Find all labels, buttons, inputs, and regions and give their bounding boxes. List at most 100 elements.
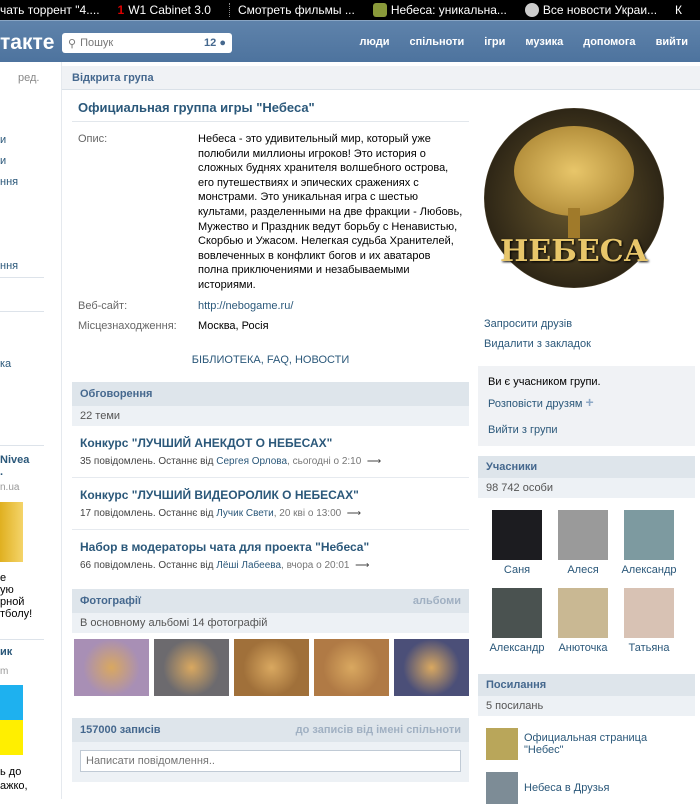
link-thumbnail[interactable] [486,772,518,804]
member-avatar[interactable] [624,510,674,560]
top-nav: люди спільноти ігри музика допомога вийт… [359,36,688,48]
link-item[interactable]: Официальная страница "Небес" [478,722,695,766]
sidebar-item[interactable]: и [0,134,6,146]
tree-icon [372,3,387,17]
member-avatar[interactable] [624,588,674,638]
sidebar-item[interactable]: и [0,155,6,167]
community-posts-link[interactable]: до записів від імені спільноти [296,724,461,736]
invite-friends-link[interactable]: Запросити друзів [478,314,695,334]
nav-help[interactable]: допомога [583,36,635,48]
members-count: 98 742 особи [478,478,695,498]
wiki-links[interactable]: БІБЛИОТЕКА, FAQ, НОВОСТИ [72,336,469,380]
remove-bookmark-link[interactable]: Видалити з закладок [478,334,695,354]
group-info: Опис: Небеса - это удивительный мир, кото… [72,122,469,380]
discussions-count: 22 теми [72,405,469,426]
topic-item[interactable]: Конкурс "ЛУЧШИЙ АНЕКДОТ О НЕБЕСАХ" 35 пов… [72,426,469,478]
membership-box: Ви є учасником групи. Розповісти друзям … [478,366,695,446]
member-avatar[interactable] [558,510,608,560]
user-icon: ● [219,37,226,49]
discussions-header[interactable]: Обговорення [72,381,469,406]
info-row: Веб-сайт: http://nebogame.ru/ [78,299,294,314]
search-icon: ⚲ [68,37,77,50]
photos-section: Фотографії альбоми В основному альбомі 14… [72,588,469,696]
browser-tab[interactable]: 1 W1 Cabinet 3.0 [118,3,221,17]
search-input[interactable]: ⚲ Пошук 12 ● [62,33,232,53]
member-item[interactable]: Анюточка [550,588,616,666]
member-avatar[interactable] [558,588,608,638]
description: Небеса - это удивительный мир, который у… [198,133,463,291]
member-name[interactable]: Саня [484,564,550,576]
photo-thumbnail[interactable] [394,638,469,696]
member-name[interactable]: Анюточка [550,642,616,654]
albums-link[interactable]: альбоми [413,595,461,607]
nav-logout[interactable]: вийти [656,36,688,48]
photos-subtitle: В основному альбомі 14 фотографій [72,612,469,633]
nav-music[interactable]: музика [525,36,563,48]
arrow-right-icon: ⟶ [366,455,382,467]
topic-item[interactable]: Набор в модераторы чата для проекта "Неб… [72,530,469,581]
site-header: такте ⚲ Пошук 12 ● люди спільноти ігри муз… [0,20,700,62]
members-header[interactable]: Учасники [478,456,695,478]
member-avatar[interactable] [492,510,542,560]
wall-section: 157000 записів до записів від імені спіль… [72,717,469,782]
browser-tab[interactable]: Смотреть фильмы ... [228,3,365,17]
links-count: 5 посилань [478,696,695,716]
link-label[interactable]: Официальная страница "Небес" [524,732,687,756]
browser-tab[interactable]: Все новости Украи... [524,3,667,17]
browser-tab[interactable]: чать торрент "4.... [0,3,110,17]
member-item[interactable]: Саня [484,510,550,588]
link-item[interactable]: Небеса в Друзья [478,766,695,810]
sidebar-item[interactable]: ка [0,358,11,370]
main-column: Официальная группа игры "Небеса" Опис: Не… [72,90,469,782]
sidebar-item[interactable]: ння [0,176,18,188]
arrow-right-icon: ⟶ [355,559,370,571]
topic-item[interactable]: Конкурс "ЛУЧШИЙ ВИДЕОРОЛИК О НЕБЕСАХ" 17 … [72,478,469,530]
sidebar-item[interactable]: ння [0,260,18,272]
member-item[interactable]: Александр [484,588,550,666]
info-row: Опис: Небеса - это удивительный мир, кото… [78,133,463,291]
photo-thumbnail[interactable] [154,638,229,696]
ad-title-cont: . [0,466,4,478]
leave-group-link[interactable]: Вийти з групи [488,424,685,436]
post-input[interactable] [80,749,461,772]
website-link[interactable]: http://nebogame.ru/ [198,299,293,314]
wall-header: 157000 записів до записів від імені спіль… [72,717,469,742]
member-name[interactable]: Алеся [550,564,616,576]
browser-tab-bar: чать торрент "4.... 1 W1 Cabinet 3.0 Смот… [0,0,700,20]
ad-image[interactable] [0,502,23,562]
member-item[interactable]: Алеся [550,510,616,588]
member-name[interactable]: Александр [484,642,550,654]
nav-communities[interactable]: спільноти [409,36,464,48]
link-label[interactable]: Небеса в Друзья [524,782,609,794]
ad-domain: n.ua [0,482,20,493]
discussions-section: Обговорення 22 теми Конкурс "ЛУЧШИЙ АНЕК… [72,381,469,581]
ad-image[interactable] [0,685,23,755]
arrow-right-icon: ⟶ [346,507,362,519]
nav-games[interactable]: ігри [484,36,505,48]
photos-header: Фотографії альбоми [72,588,469,613]
group-title: Официальная группа игры "Небеса" [72,90,469,122]
photo-thumbnail[interactable] [234,638,309,696]
member-avatar[interactable] [492,588,542,638]
member-name[interactable]: Татьяна [616,642,682,654]
plus-icon: + [585,394,594,410]
browser-tab[interactable]: К [675,3,692,17]
share-link[interactable]: Розповісти друзям + [488,394,685,410]
photo-thumbnail[interactable] [74,638,149,696]
member-name[interactable]: Александр [616,564,682,576]
info-row: Місцезнаходження: Москва, Росія [78,320,269,333]
member-item[interactable]: Татьяна [616,588,682,666]
group-avatar[interactable]: НЕБЕСА [484,108,664,288]
ad-title[interactable]: Nivea [0,454,29,466]
tree-icon [514,126,634,216]
ad-title[interactable]: ик [0,646,12,658]
site-logo[interactable]: такте [0,31,54,55]
photo-thumbnail[interactable] [314,638,389,696]
link-thumbnail[interactable] [486,728,518,760]
red-1-icon: 1 [117,3,125,17]
links-header: Посилання [478,674,695,696]
browser-tab[interactable]: Небеса: уникальна... [372,3,517,17]
nav-people[interactable]: люди [359,36,389,48]
member-item[interactable]: Александр [616,510,682,588]
edit-link[interactable]: ред. [18,72,39,84]
